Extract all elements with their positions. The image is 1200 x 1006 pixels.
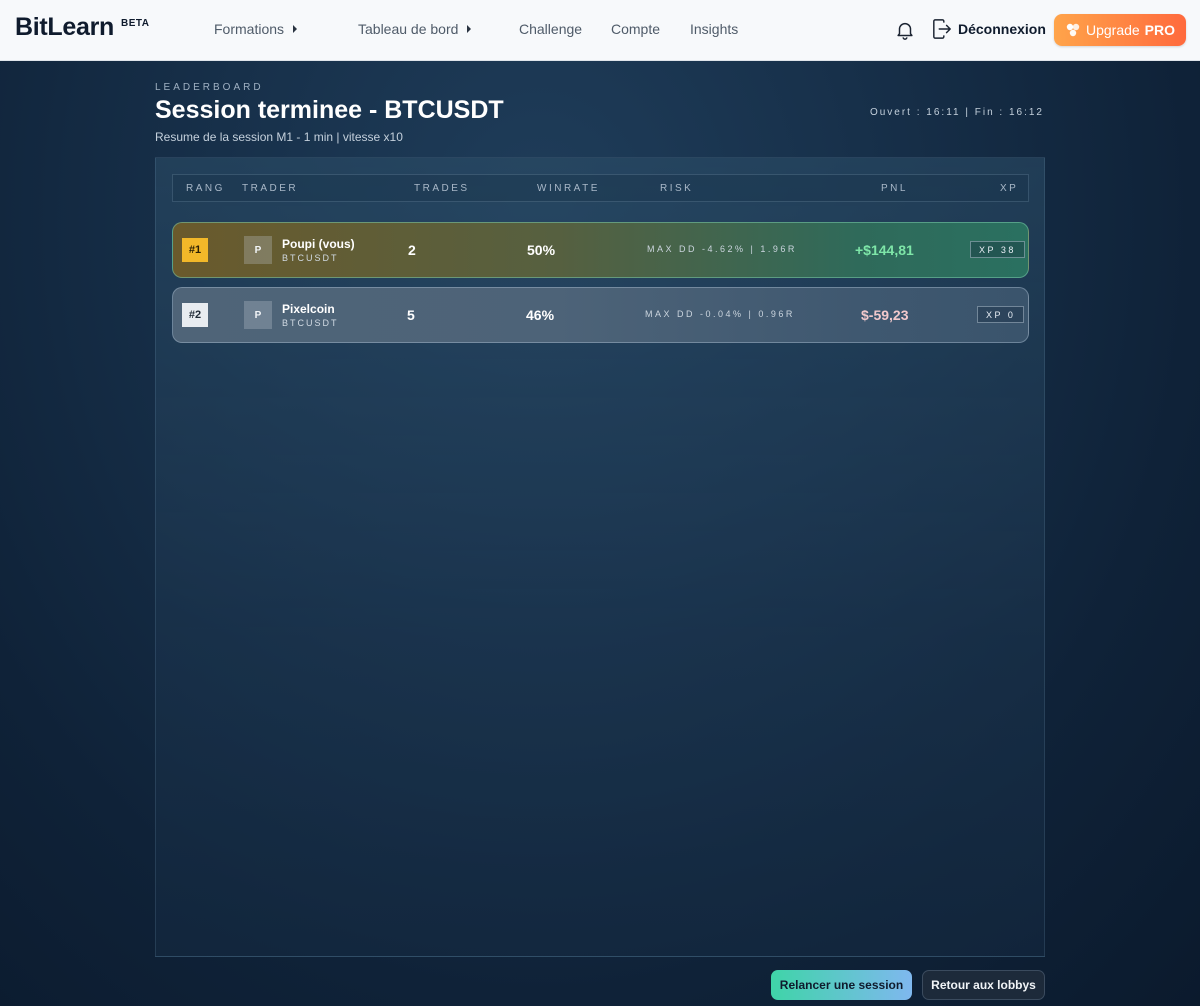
rank-badge: #2 — [182, 303, 208, 327]
upgrade-label: Upgrade — [1085, 22, 1140, 38]
trader-name: Poupi (vous) — [282, 237, 355, 251]
rank-badge: #1 — [182, 238, 208, 262]
trades-count: 5 — [407, 307, 415, 323]
winrate-value: 50% — [527, 242, 556, 258]
risk-value: MAX DD -4.62% | 1.96R — [647, 244, 797, 254]
nav-insights-label: Insights — [690, 21, 739, 37]
table-header: RANG TRADER TRADES WINRATE RISK PNL XP — [172, 174, 1029, 202]
trades-count: 2 — [408, 242, 416, 258]
page-subtitle: Resume de la session M1 - 1 min | vitess… — [155, 130, 403, 144]
column-header-trader: TRADER — [242, 183, 299, 194]
xp-badge: XP 38 — [970, 241, 1025, 258]
column-header-trades: TRADES — [414, 183, 470, 194]
nav-formations[interactable]: Formations — [214, 21, 298, 37]
relaunch-session-button[interactable]: Relancer une session — [771, 970, 912, 1000]
table-row[interactable]: #1 P Poupi (vous) BTCUSDT 2 50% MAX DD -… — [172, 222, 1029, 278]
winrate-value: 46% — [526, 307, 555, 323]
session-times: Ouvert : 16:11 | Fin : 16:12 — [869, 107, 1044, 118]
beta-badge: BETA — [121, 18, 150, 29]
logout-button[interactable]: Déconnexion — [958, 21, 1046, 37]
nav-compte[interactable]: Compte — [611, 21, 660, 37]
sparkle-icon — [1066, 23, 1080, 37]
back-to-lobbies-button[interactable]: Retour aux lobbys — [922, 970, 1045, 1000]
caret-right-icon — [293, 25, 298, 33]
leaderboard-panel: RANG TRADER TRADES WINRATE RISK PNL XP #… — [155, 157, 1045, 957]
upgrade-pro-label: PRO — [1144, 22, 1176, 38]
bell-icon[interactable] — [894, 18, 916, 42]
page-kicker: LEADERBOARD — [155, 82, 264, 93]
nav-insights[interactable]: Insights — [690, 21, 738, 37]
trader-symbol: BTCUSDT — [282, 253, 339, 263]
logout-icon[interactable] — [932, 18, 952, 40]
caret-right-icon — [467, 25, 472, 33]
table-row[interactable]: #2 P Pixelcoin BTCUSDT 5 46% MAX DD -0.0… — [172, 287, 1029, 343]
logo[interactable]: BitLearn — [15, 13, 114, 42]
column-header-rang: RANG — [186, 183, 225, 194]
trader-symbol: BTCUSDT — [282, 318, 339, 328]
column-header-risk: RISK — [660, 183, 694, 194]
avatar: P — [244, 236, 272, 264]
xp-badge: XP 0 — [977, 306, 1025, 323]
nav-tableau-label: Tableau de bord — [358, 21, 459, 37]
nav-compte-label: Compte — [611, 21, 661, 37]
trader-name: Pixelcoin — [282, 302, 335, 316]
top-navbar: BitLearn BETA Formations Tableau de bord… — [0, 0, 1200, 61]
nav-challenge[interactable]: Challenge — [519, 21, 582, 37]
pnl-value: +$144,81 — [855, 242, 914, 258]
page-title: Session terminee - BTCUSDT — [155, 96, 504, 124]
column-header-pnl: PNL — [881, 183, 908, 194]
nav-formations-label: Formations — [214, 21, 285, 37]
avatar: P — [244, 301, 272, 329]
upgrade-pro-button[interactable]: Upgrade PRO — [1054, 14, 1186, 46]
pnl-value: $-59,23 — [861, 307, 909, 323]
nav-tableau-de-bord[interactable]: Tableau de bord — [358, 21, 472, 37]
risk-value: MAX DD -0.04% | 0.96R — [645, 309, 795, 319]
nav-challenge-label: Challenge — [519, 21, 583, 37]
column-header-winrate: WINRATE — [537, 183, 600, 194]
column-header-xp: XP — [1000, 183, 1019, 194]
